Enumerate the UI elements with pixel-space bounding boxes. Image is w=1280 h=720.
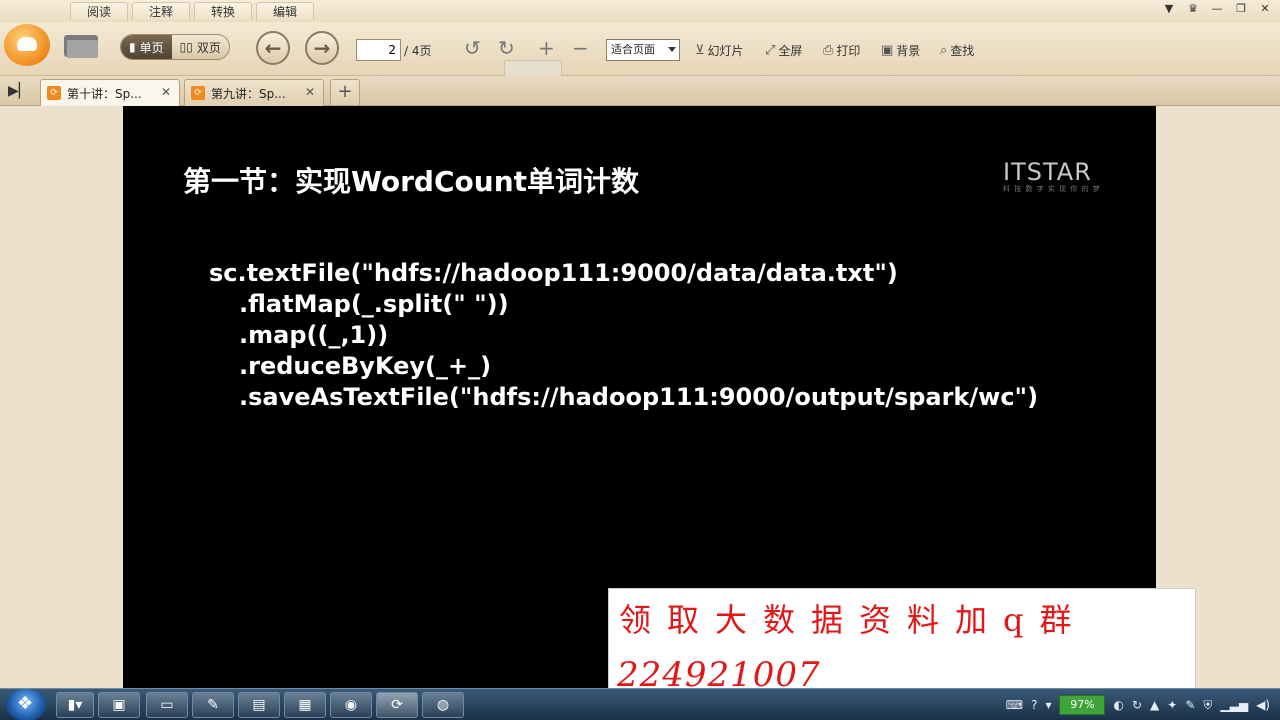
menu-tab-read[interactable]: 阅读 — [70, 2, 129, 20]
zoom-select[interactable]: 适合页面 — [606, 39, 680, 61]
rotate-right-icon[interactable]: ↻ — [498, 36, 515, 60]
zoom-in-icon[interactable]: + — [538, 36, 555, 60]
document-tab-bar: ▶▏ ⟳ 第十讲：Sp... ✕ ⟳ 第九讲：Sp... ✕ + — [0, 76, 1280, 106]
taskbar: ▮▾ ▣ ▭ ✎ ▤ ▦ ◉ ⟳ ◍ ⌨ ? ▾ 97% ◐ ↻ ▲ ✦ ✎ ⛨… — [0, 688, 1280, 720]
signal-icon[interactable]: ▁▃▅ — [1220, 698, 1248, 712]
help-icon[interactable]: ? — [1031, 698, 1037, 712]
refresh-icon[interactable]: ↻ — [1132, 698, 1142, 712]
folder-icon: ▤ — [252, 697, 266, 713]
print-button[interactable]: ⎙ 打印 — [823, 42, 860, 59]
code-line: .reduceByKey(_+_) — [239, 352, 492, 380]
skin-icon[interactable]: ♛ — [1186, 2, 1200, 16]
brand-logo: ITSTAR 科 技 数 字 实 现 你 的 梦 — [1003, 158, 1101, 193]
fullscreen-button[interactable]: ⤢ 全屏 — [765, 42, 802, 59]
taskbar-app-2[interactable]: ▭ — [146, 692, 188, 718]
code-block: sc.textFile("hdfs://hadoop111:9000/data/… — [209, 258, 1038, 413]
toolbar: ▮ 单页 ▯▯ 双页 ← → / 4页 ↺ ↻ + − 适合页面 ⊻幻灯片 ⤢全… — [0, 22, 1280, 76]
previous-page-button[interactable]: ← — [256, 31, 290, 65]
printer-icon: ⎙ — [823, 43, 834, 58]
reader-icon: ⟳ — [391, 697, 403, 713]
page-mode-toggle: ▮ 单页 ▯▯ 双页 — [120, 34, 230, 60]
tab-document-10[interactable]: ⟳ 第十讲：Sp... ✕ — [40, 79, 180, 106]
document-icon: ⟳ — [47, 86, 61, 100]
taskbar-app-4[interactable]: ◍ — [422, 692, 464, 718]
app-icon: ◍ — [436, 697, 450, 713]
document-icon: ⟳ — [191, 86, 205, 100]
menu-tab-annotate[interactable]: 注释 — [132, 2, 191, 20]
slideshow-icon: ⊻ — [695, 43, 705, 58]
dropdown-icon[interactable]: ▼ — [1162, 2, 1176, 16]
page-icon: ▮ — [129, 40, 136, 54]
notes-icon: ▮▾ — [67, 697, 83, 713]
slide-title: 第一节：实现WordCount单词计数 — [183, 165, 640, 198]
search-icon: ⌕ — [940, 43, 948, 58]
app-logo[interactable] — [4, 24, 50, 66]
battery-meter[interactable]: 97% — [1059, 695, 1106, 715]
promo-banner: 领取大数据资料加q群 224921007 — [608, 588, 1196, 696]
code-line: .map((_,1)) — [239, 321, 389, 349]
start-button[interactable] — [6, 689, 46, 720]
page-total: / 4页 — [404, 44, 432, 58]
menu-tab-edit[interactable]: 编辑 — [256, 2, 315, 20]
code-line: .flatMap(_.split(" ")) — [239, 290, 509, 318]
security-icon[interactable]: ⛨ — [1203, 698, 1212, 713]
find-button[interactable]: ⌕ 查找 — [940, 42, 974, 59]
arrow-left-icon: ← — [264, 36, 282, 60]
tray-expand-icon[interactable]: ▾ — [1045, 698, 1051, 712]
promo-text: 领取大数据资料加q群 — [619, 601, 1088, 639]
arrow-right-icon: → — [313, 36, 331, 60]
book-icon: ▯▯ — [179, 40, 193, 54]
code-line: sc.textFile("hdfs://hadoop111:9000/data/… — [209, 259, 898, 287]
next-page-button[interactable]: → — [305, 31, 339, 65]
browser-icon: ◉ — [344, 697, 358, 713]
app-tray-icon[interactable]: ✦ — [1167, 698, 1177, 712]
fullscreen-icon: ⤢ — [765, 43, 776, 58]
minimize-icon[interactable]: — — [1210, 2, 1224, 16]
zoom-out-icon[interactable]: − — [572, 36, 589, 60]
taskbar-explorer[interactable]: ▤ — [238, 692, 280, 718]
volume-icon[interactable]: ◀) — [1256, 698, 1270, 712]
window-icon: ▭ — [160, 697, 174, 713]
chevron-down-icon — [668, 47, 676, 52]
network-icon[interactable]: ◐ — [1113, 698, 1123, 712]
page-number-input[interactable] — [356, 39, 401, 61]
close-icon[interactable]: ✕ — [1258, 2, 1272, 16]
restore-icon[interactable]: ❐ — [1234, 2, 1248, 16]
slideshow-button[interactable]: ⊻ 幻灯片 — [695, 42, 744, 59]
app-icon: ▣ — [112, 697, 126, 713]
new-tab-button[interactable]: + — [330, 79, 360, 105]
taskbar-excel[interactable]: ▦ — [284, 692, 326, 718]
spreadsheet-icon: ▦ — [298, 697, 312, 713]
close-icon[interactable]: ✕ — [161, 85, 171, 99]
menu-tab-convert[interactable]: 转换 — [194, 2, 253, 20]
double-page-button[interactable]: ▯▯ 双页 — [171, 35, 229, 59]
close-icon[interactable]: ✕ — [305, 85, 315, 99]
single-page-button[interactable]: ▮ 单页 — [121, 35, 172, 59]
menu-bar: 阅读 注释 转换 编辑 ▼ ♛ — ❐ ✕ — [0, 0, 1280, 22]
window-controls: ▼ ♛ — ❐ ✕ — [1162, 2, 1272, 16]
background-button[interactable]: ▣ 背景 — [881, 42, 920, 59]
taskbar-notes[interactable]: ▮▾ — [56, 692, 94, 718]
taskbar-firefox[interactable]: ◉ — [330, 692, 372, 718]
rotate-left-icon[interactable]: ↺ — [464, 36, 481, 60]
show-hidden-icons[interactable]: ▲ — [1150, 698, 1159, 712]
background-icon: ▣ — [881, 43, 894, 58]
notepad-icon: ✎ — [207, 697, 219, 713]
code-line: .saveAsTextFile("hdfs://hadoop111:9000/o… — [239, 383, 1039, 411]
sidebar-toggle-icon[interactable]: ▶▏ — [8, 83, 30, 99]
tab-document-9[interactable]: ⟳ 第九讲：Sp... ✕ — [184, 79, 324, 106]
taskbar-app-1[interactable]: ▣ — [98, 692, 140, 718]
system-tray: ⌨ ? ▾ 97% ◐ ↻ ▲ ✦ ✎ ⛨ ▁▃▅ ◀) — [1006, 689, 1280, 720]
taskbar-reader[interactable]: ⟳ — [376, 692, 418, 718]
keyboard-icon[interactable]: ⌨ — [1006, 698, 1023, 712]
open-folder-icon[interactable] — [64, 32, 98, 58]
pen-icon[interactable]: ✎ — [1185, 698, 1195, 712]
taskbar-app-3[interactable]: ✎ — [192, 692, 234, 718]
